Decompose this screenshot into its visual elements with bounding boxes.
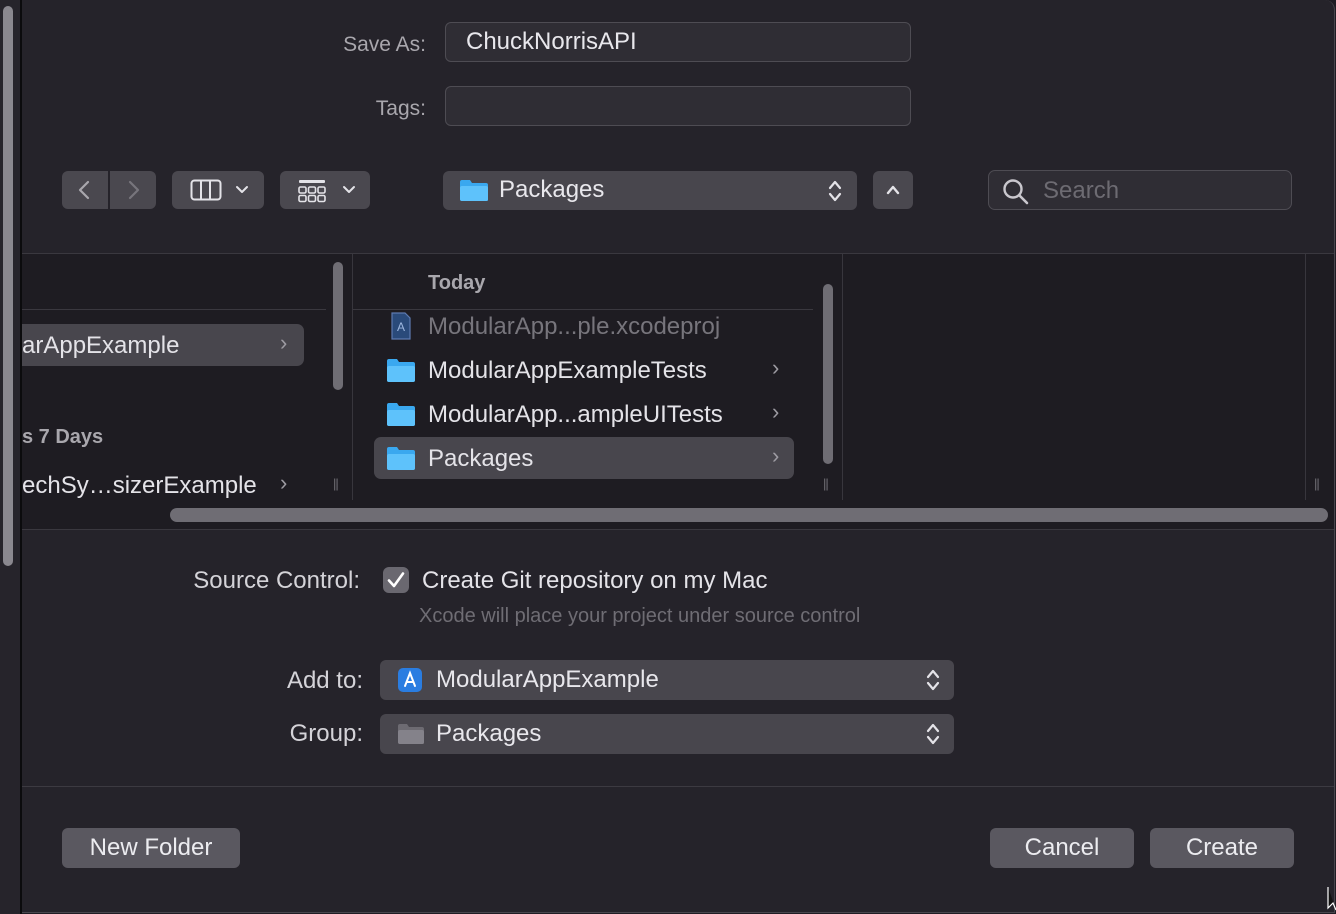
folder-icon xyxy=(460,180,488,201)
add-to-popup[interactable]: ModularAppExample xyxy=(380,660,954,700)
add-to-label: Add to: xyxy=(286,667,363,694)
list-item[interactable]: echSy…sizerExample › xyxy=(22,464,304,506)
updown-chevron-icon xyxy=(926,723,940,745)
group-button[interactable] xyxy=(280,171,370,209)
updown-chevron-icon xyxy=(828,180,842,202)
chevron-down-icon xyxy=(236,186,248,193)
chevron-right-icon: › xyxy=(772,355,780,380)
xcode-project-icon xyxy=(398,668,422,692)
list-item[interactable]: Packages › xyxy=(374,437,794,479)
column-resize-handle[interactable]: || xyxy=(333,476,339,491)
chevron-right-icon: › xyxy=(772,399,780,424)
cursor-icon xyxy=(1327,887,1336,911)
file-browser: arAppExample › s 7 Days echSy…sizerExamp… xyxy=(22,253,1334,530)
git-checkbox-label[interactable]: Create Git repository on my Mac xyxy=(422,567,767,595)
xcodeproj-icon: A xyxy=(391,312,411,340)
section-header: Today xyxy=(428,272,486,294)
window-edge-scrollbar[interactable] xyxy=(0,0,22,914)
cancel-button[interactable]: Cancel xyxy=(990,828,1134,868)
git-checkbox[interactable] xyxy=(383,567,409,593)
chevron-right-icon: › xyxy=(772,443,780,468)
group-popup[interactable]: Packages xyxy=(380,714,954,754)
browser-column-right xyxy=(843,254,1305,500)
folder-icon xyxy=(387,447,415,470)
search-input[interactable] xyxy=(1041,175,1285,207)
grid-icon xyxy=(298,180,326,203)
chevron-left-icon xyxy=(78,180,90,200)
tags-field[interactable] xyxy=(445,86,911,126)
list-item[interactable]: A ModularApp...ple.xcodeproj xyxy=(374,305,794,347)
section-header: s 7 Days xyxy=(22,426,104,448)
source-control-label: Source Control: xyxy=(193,567,360,594)
chevron-right-icon xyxy=(128,180,140,200)
footer-divider xyxy=(22,786,1334,787)
list-item[interactable]: arAppExample › xyxy=(22,324,304,366)
column-resize-handle[interactable]: || xyxy=(1314,476,1320,491)
browser-column-middle: Today A ModularApp...ple.xcodeproj Modul… xyxy=(353,254,813,500)
search-icon xyxy=(1003,179,1029,205)
chevron-down-icon xyxy=(343,186,355,193)
scroll-thumb[interactable] xyxy=(3,6,13,566)
chevron-up-icon xyxy=(886,185,900,195)
save-as-field[interactable]: ChuckNorrisAPI xyxy=(445,22,911,62)
tags-label: Tags: xyxy=(375,97,426,120)
updown-chevron-icon xyxy=(926,669,940,691)
add-to-value: ModularAppExample xyxy=(436,666,659,693)
checkmark-icon xyxy=(387,572,405,588)
location-label: Packages xyxy=(499,176,605,203)
svg-text:A: A xyxy=(397,320,405,334)
location-popup[interactable]: Packages xyxy=(443,171,857,210)
chevron-right-icon: › xyxy=(280,470,288,495)
folder-icon xyxy=(398,724,424,744)
forward-button[interactable] xyxy=(110,171,156,209)
list-item[interactable]: ModularApp...ampleUITests › xyxy=(374,393,794,435)
back-button[interactable] xyxy=(62,171,108,209)
horizontal-scrollbar[interactable] xyxy=(170,508,1328,522)
folder-icon xyxy=(387,359,415,382)
group-label: Group: xyxy=(289,720,363,747)
view-mode-button[interactable] xyxy=(172,171,264,209)
search-field[interactable] xyxy=(988,170,1292,210)
new-folder-button[interactable]: New Folder xyxy=(62,828,240,868)
column-scrollbar[interactable] xyxy=(820,254,834,500)
column-scrollbar[interactable] xyxy=(330,254,344,500)
save-as-label: Save As: xyxy=(343,33,426,56)
group-value: Packages xyxy=(436,720,542,747)
git-hint: Xcode will place your project under sour… xyxy=(419,605,861,627)
expand-collapse-button[interactable] xyxy=(873,171,913,209)
create-button[interactable]: Create xyxy=(1150,828,1294,868)
column-view-icon xyxy=(190,179,222,201)
list-item[interactable]: ModularAppExampleTests › xyxy=(374,349,794,391)
folder-icon xyxy=(387,403,415,426)
column-resize-handle[interactable]: || xyxy=(823,476,829,491)
chevron-right-icon: › xyxy=(280,330,288,355)
browser-column-left: arAppExample › s 7 Days echSy…sizerExamp… xyxy=(22,254,326,500)
